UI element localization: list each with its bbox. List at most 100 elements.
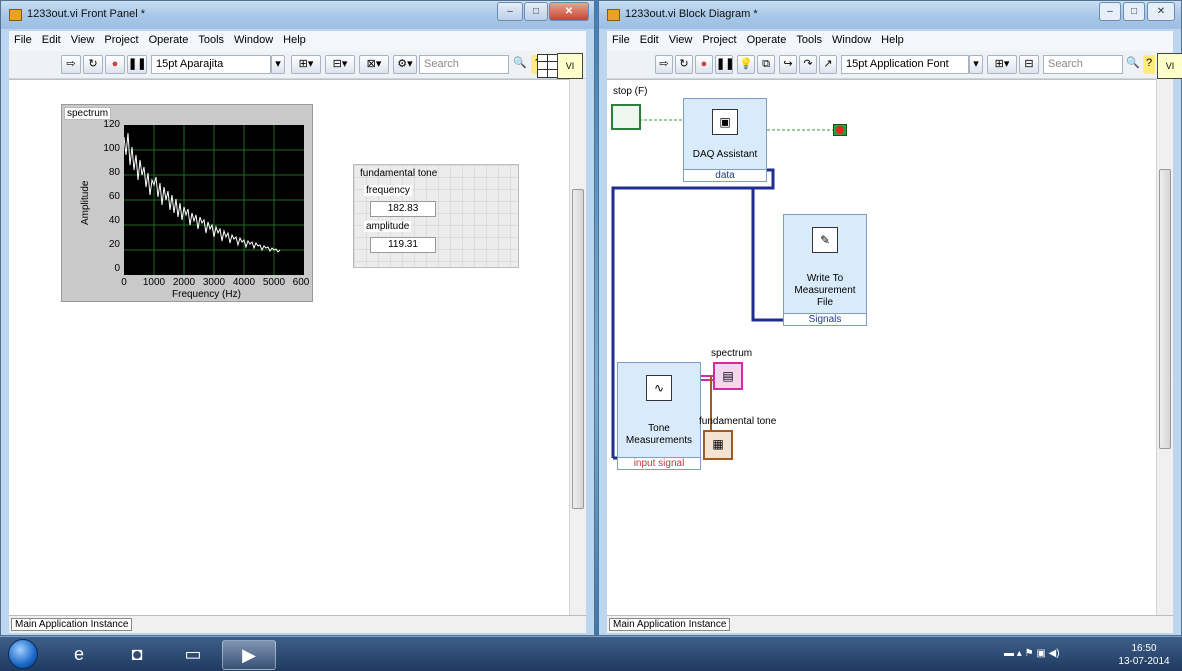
distribute-objects-icon[interactable]: ⊟▾ [325,55,355,74]
tone-measurements-node[interactable]: ∿ Tone Measurements input signal [617,362,701,470]
spectrum-graph[interactable]: spectrum 120 100 80 60 40 20 0 Amplitude… [61,104,313,302]
abort-icon[interactable]: ● [695,55,713,74]
clock[interactable]: 16:50 13-07-2014 [1114,642,1174,668]
fundamental-tone-cluster[interactable]: fundamental tone frequency 182.83 amplit… [353,164,519,268]
run-continuously-icon[interactable]: ↻ [83,55,103,74]
front-panel-window[interactable]: 1233out.vi Front Panel * – □ ✕ File Edit V… [0,0,595,636]
pause-icon[interactable]: ❚❚ [127,55,147,74]
run-arrow-icon[interactable]: ⇨ [61,55,81,74]
menu-help[interactable]: Help [278,31,311,46]
block-diagram-window[interactable]: 1233out.vi Block Diagram * – □ ✕ File Edi… [598,0,1182,636]
search-icon[interactable]: 🔍 [511,55,529,74]
menu-project[interactable]: Project [99,31,143,46]
retain-wire-values-icon[interactable]: ⧉ [757,55,775,74]
media-icon[interactable]: ◘ [110,640,164,670]
menu-help[interactable]: Help [876,31,909,46]
frequency-indicator[interactable]: 182.83 [370,201,436,217]
font-dropdown-arrow-icon[interactable]: ▾ [271,55,285,74]
start-button-icon[interactable] [8,639,38,669]
vertical-scrollbar[interactable] [1156,79,1173,615]
scroll-thumb[interactable] [1159,169,1171,449]
menu-tools[interactable]: Tools [791,31,827,46]
menu-tools[interactable]: Tools [193,31,229,46]
highlight-execution-icon[interactable]: 💡 [737,55,755,74]
resize-objects-icon[interactable]: ⊠▾ [359,55,389,74]
cluster-title: fundamental tone [360,168,438,179]
title-bar[interactable]: 1233out.vi Front Panel * – □ ✕ [1,1,594,29]
font-dropdown-arrow-icon[interactable]: ▾ [969,55,983,74]
pause-icon[interactable]: ❚❚ [715,55,734,74]
daq-output-data[interactable]: data [684,169,766,181]
pen-file-icon: ✎ [812,227,838,253]
y-tick: 100 [103,143,120,154]
application-instance[interactable]: Main Application Instance [609,618,731,631]
menu-edit[interactable]: Edit [37,31,66,46]
amplitude-indicator[interactable]: 119.31 [370,237,436,253]
stop-indicator-icon[interactable] [833,124,847,136]
spectrum-graph-terminal-icon[interactable]: ▤ [713,362,743,390]
menu-view[interactable]: View [664,31,698,46]
search-input[interactable]: Search [1043,55,1123,74]
align-objects-icon[interactable]: ⊞▾ [987,55,1017,74]
daq-assistant-node[interactable]: ▣ DAQ Assistant data [683,98,767,182]
menu-edit[interactable]: Edit [635,31,664,46]
vertical-scrollbar[interactable] [569,79,586,615]
write-line-3: File [816,297,834,308]
y-tick: 20 [108,239,120,250]
scroll-thumb[interactable] [572,189,584,509]
menu-window[interactable]: Window [827,31,876,46]
toolbar: ⇨ ↻ ● ❚❚ 15pt Aparajita ▾ ⊞▾ ⊟▾ ⊠▾ ⚙▾ Se… [9,51,586,79]
block-diagram-canvas[interactable]: stop (F) ▣ DAQ Assistant data ✎ Write To… [607,79,1173,615]
tone-input-signal[interactable]: input signal [618,457,700,469]
menu-project[interactable]: Project [697,31,741,46]
reorder-icon[interactable]: ⚙▾ [393,55,417,74]
internet-explorer-icon[interactable]: e [52,640,106,670]
y-tick: 120 [103,119,120,130]
stop-control-terminal[interactable] [611,104,641,130]
toolbar: ⇨ ↻ ● ❚❚ 💡 ⧉ ↪ ↷ ↗ 15pt Application Font… [607,51,1182,79]
search-input[interactable]: Search [419,55,509,74]
step-out-icon[interactable]: ↗ [819,55,837,74]
spectrum-terminal-label: spectrum [711,348,753,359]
title-bar[interactable]: 1233out.vi Block Diagram * – □ ✕ [599,1,1181,29]
menu-view[interactable]: View [66,31,100,46]
maximize-button[interactable]: □ [524,2,548,21]
y-tick: 60 [108,191,120,202]
maximize-button[interactable]: □ [1123,2,1145,21]
tray-icons[interactable]: ▬ ▴ ⚑ ▣ ◀) [1004,648,1060,659]
write-to-measurement-file-node[interactable]: ✎ Write To Measurement File Signals [783,214,867,326]
step-into-icon[interactable]: ↪ [779,55,797,74]
vi-icon[interactable]: VI [557,53,583,79]
daq-icon: ▣ [712,109,738,135]
help-icon[interactable]: ? [1143,55,1155,74]
vi-icon[interactable]: VI [1157,53,1182,79]
file-explorer-icon[interactable]: ▭ [166,640,220,670]
font-select[interactable]: 15pt Aparajita [151,55,271,74]
align-objects-icon[interactable]: ⊞▾ [291,55,321,74]
y-tick: 40 [108,215,120,226]
menu-file[interactable]: File [9,31,37,46]
abort-icon[interactable]: ● [105,55,125,74]
minimize-button[interactable]: – [1099,2,1121,21]
menu-operate[interactable]: Operate [742,31,792,46]
menu-file[interactable]: File [607,31,635,46]
write-line-2: Measurement [794,285,856,296]
application-instance[interactable]: Main Application Instance [11,618,133,631]
fundamental-tone-terminal-icon[interactable]: ▦ [703,430,733,460]
search-icon[interactable]: 🔍 [1125,55,1141,74]
menu-operate[interactable]: Operate [144,31,194,46]
tone-line-1: Tone [648,423,670,434]
close-button[interactable]: ✕ [1147,2,1175,21]
close-button[interactable]: ✕ [549,2,589,21]
step-over-icon[interactable]: ↷ [799,55,817,74]
status-bar: Main Application Instance [607,615,1173,633]
front-panel-canvas[interactable]: spectrum 120 100 80 60 40 20 0 Amplitude… [9,79,586,615]
font-select[interactable]: 15pt Application Font [841,55,969,74]
menu-window[interactable]: Window [229,31,278,46]
write-input-signals[interactable]: Signals [784,313,866,325]
labview-taskbar-icon[interactable]: ▶ [222,640,276,670]
run-continuously-icon[interactable]: ↻ [675,55,693,74]
run-arrow-icon[interactable]: ⇨ [655,55,673,74]
minimize-button[interactable]: – [497,2,523,21]
distribute-objects-icon[interactable]: ⊟ [1019,55,1039,74]
